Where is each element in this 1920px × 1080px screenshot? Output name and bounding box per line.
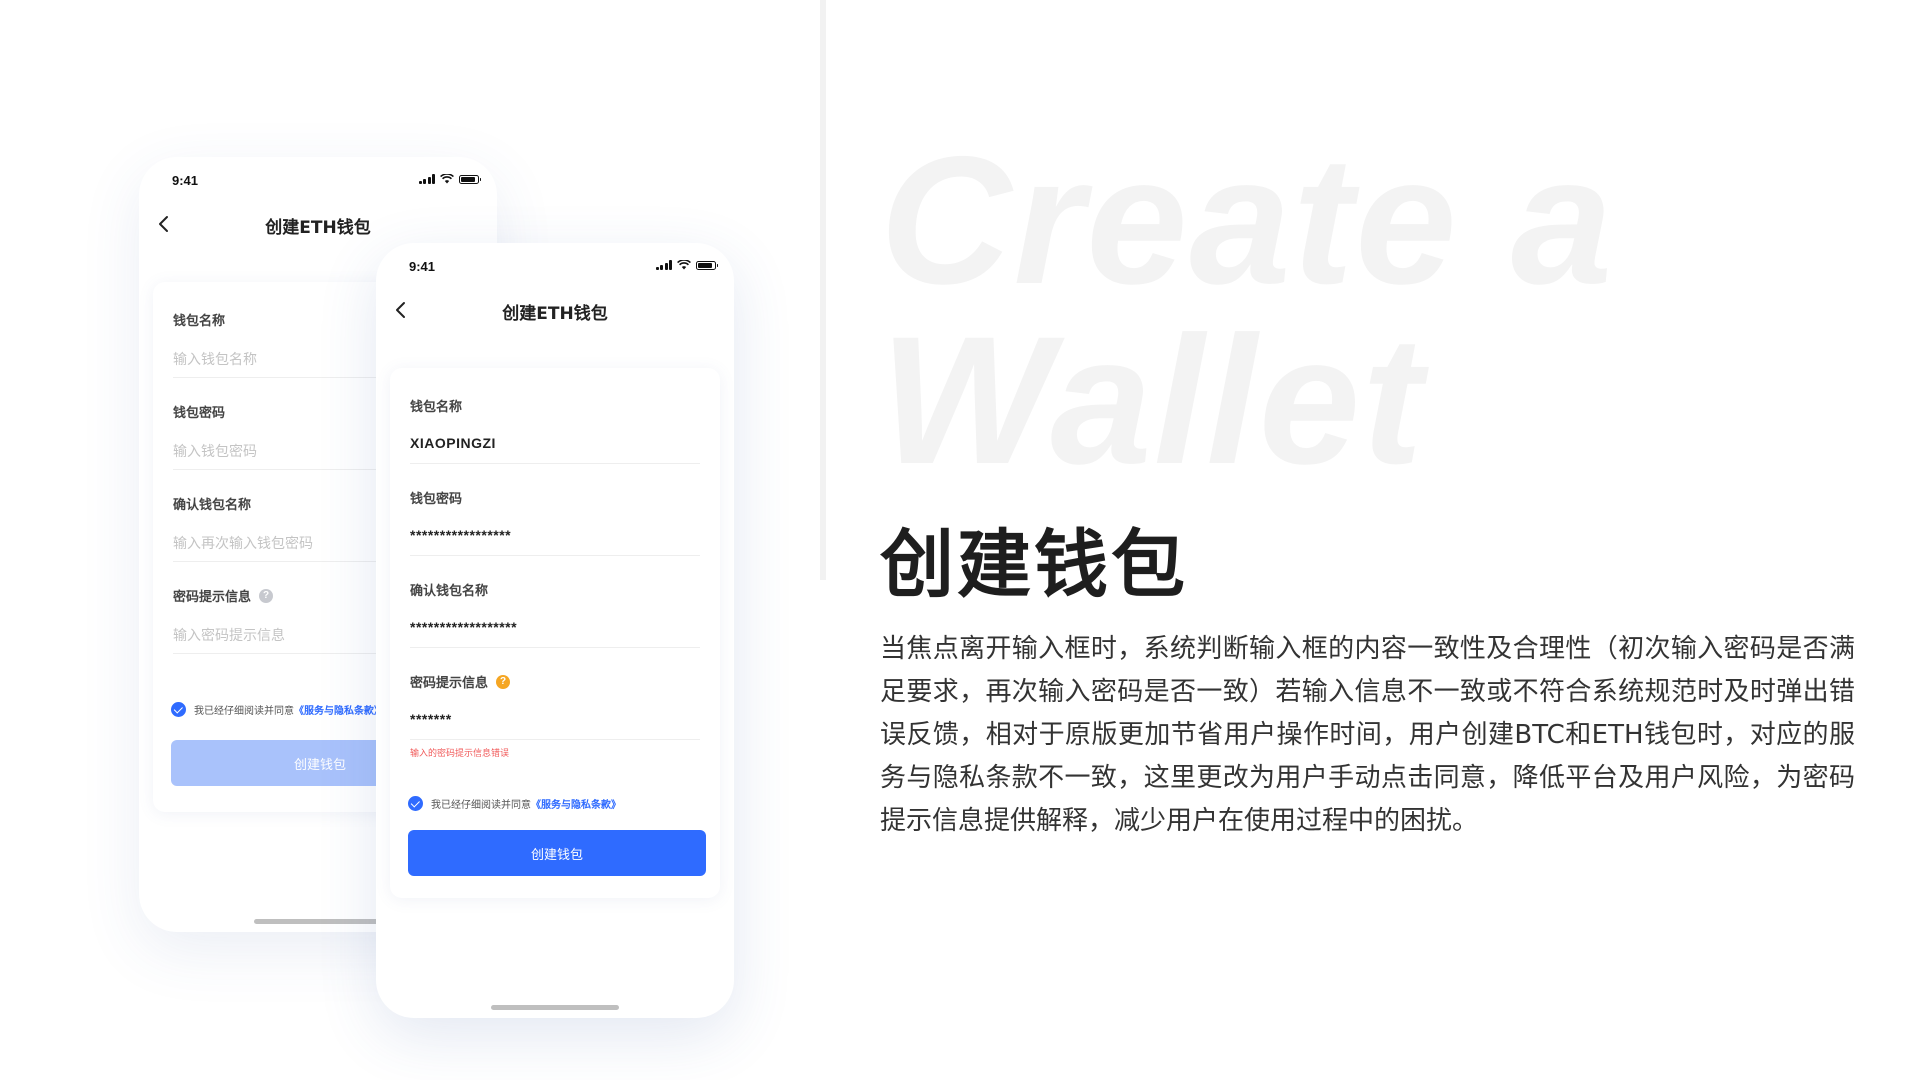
page-title: 创建ETH钱包 <box>502 304 608 324</box>
confirm-wallet-field[interactable]: 确认钱包名称 ****************** <box>410 580 700 648</box>
question-circle-icon[interactable]: ? <box>259 588 274 603</box>
section-description: 当焦点离开输入框时，系统判断输入框的内容一致性及合理性（初次输入密码是否满足要求… <box>880 634 1855 836</box>
field-underline <box>410 463 700 464</box>
password-hint-field[interactable]: 密码提示信息 ? ******* 输入的密码提示信息错误 <box>410 672 700 759</box>
signal-icon <box>655 260 672 270</box>
nav-bar: 创建ETH钱包 <box>376 287 734 333</box>
field-underline <box>410 739 700 740</box>
form-card: 钱包名称 XIAOPINGZI 钱包密码 ***************** 确… <box>390 368 720 898</box>
confirm-password-input[interactable]: ****************** <box>410 619 700 639</box>
terms-link[interactable]: 《服务与隐私条款》 <box>531 796 621 811</box>
check-circle-icon[interactable] <box>408 796 423 811</box>
battery-icon <box>459 174 481 184</box>
question-circle-icon[interactable]: ? <box>496 674 511 689</box>
error-message: 输入的密码提示信息错误 <box>410 749 510 759</box>
status-time: 9:41 <box>172 173 199 188</box>
field-underline <box>410 647 700 648</box>
wallet-password-input[interactable]: ***************** <box>410 527 700 547</box>
create-wallet-button[interactable]: 创建钱包 <box>408 830 706 876</box>
wallet-name-field[interactable]: 钱包名称 XIAOPINGZI <box>410 396 700 464</box>
section-headline: 创建钱包 <box>880 522 1188 608</box>
agree-text: 我已经仔细阅读并同意 <box>194 706 294 717</box>
home-indicator <box>491 1005 619 1010</box>
field-label: 钱包密码 <box>410 492 463 507</box>
wifi-icon <box>440 174 454 184</box>
status-bar: 9:41 <box>376 243 734 287</box>
phone-filled-state: 9:41 创建ETH钱包 钱包名称 XIAOPINGZI 钱包密码 ******… <box>376 243 734 1018</box>
field-underline <box>410 555 700 556</box>
wallet-password-field[interactable]: 钱包密码 ***************** <box>410 488 700 556</box>
terms-link[interactable]: 《服务与隐私条款》 <box>294 702 384 717</box>
field-label: 密码提示信息 <box>173 590 252 605</box>
wifi-icon <box>677 260 691 270</box>
battery-icon <box>696 260 718 270</box>
status-time: 9:41 <box>409 259 436 274</box>
agree-text: 我已经仔细阅读并同意 <box>431 800 531 811</box>
watermark-title: Create a Wallet <box>880 118 1615 502</box>
vertical-divider <box>820 0 826 580</box>
field-label: 钱包名称 <box>410 400 463 415</box>
field-label-row: 密码提示信息 ? <box>410 672 700 691</box>
terms-agreement[interactable]: 我已经仔细阅读并同意 《服务与隐私条款》 <box>171 702 384 717</box>
nav-bar: 创建ETH钱包 <box>139 201 497 247</box>
field-label: 密码提示信息 <box>410 676 489 691</box>
field-label: 确认钱包名称 <box>410 584 489 599</box>
password-hint-input[interactable]: ******* <box>410 711 700 731</box>
check-circle-icon[interactable] <box>171 702 186 717</box>
home-indicator <box>254 919 382 924</box>
terms-agreement[interactable]: 我已经仔细阅读并同意 《服务与隐私条款》 <box>408 796 621 811</box>
signal-icon <box>418 174 435 184</box>
wallet-name-input[interactable]: XIAOPINGZI <box>410 435 700 455</box>
status-bar: 9:41 <box>139 157 497 201</box>
page-title: 创建ETH钱包 <box>265 218 371 238</box>
